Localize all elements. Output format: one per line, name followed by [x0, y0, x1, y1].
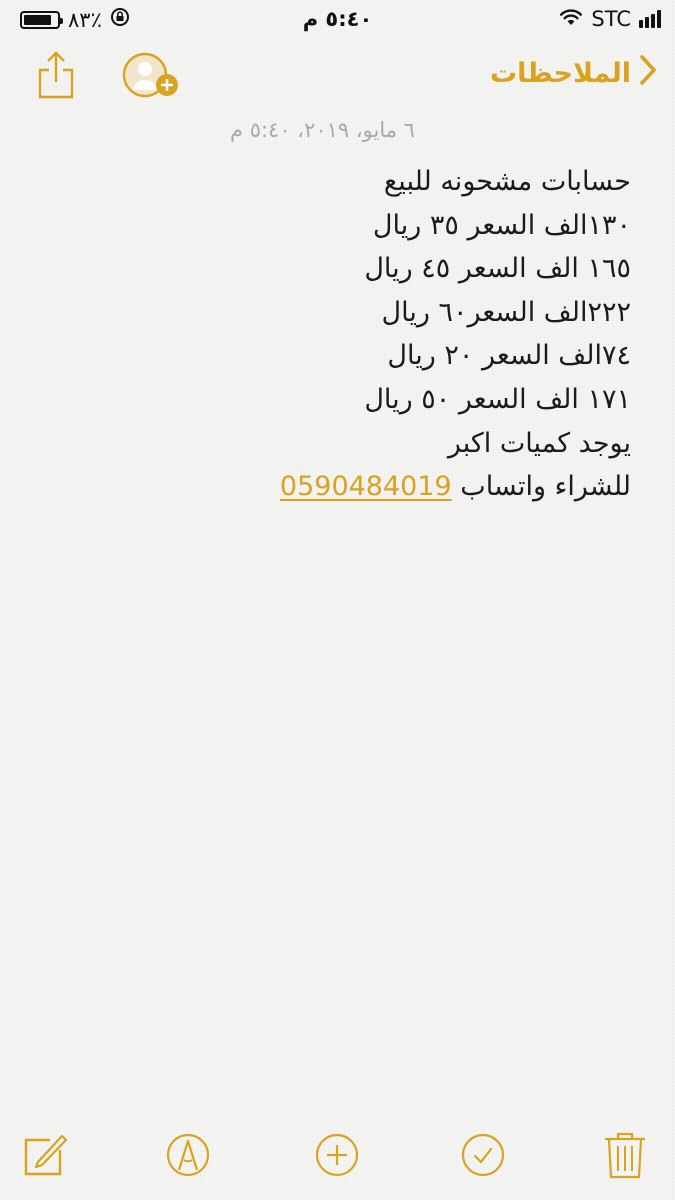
back-button[interactable]: الملاحظات	[490, 54, 657, 93]
delete-button[interactable]	[600, 1132, 650, 1182]
note-line: ١٣٠الف السعر ٣٥ ريال	[372, 209, 631, 241]
compose-button[interactable]	[20, 1132, 70, 1182]
status-right: STC	[559, 7, 661, 31]
carrier-name: STC	[591, 7, 631, 31]
trash-icon	[602, 1130, 648, 1184]
note-line: يوجد كميات اكبر	[447, 427, 631, 459]
checklist-button[interactable]	[458, 1132, 508, 1182]
note-line: ٢٢٢الف السعر٦٠ ريال	[381, 296, 631, 328]
checklist-icon	[460, 1132, 506, 1182]
phone-number-link[interactable]: 0590484019	[280, 471, 452, 502]
add-icon	[314, 1132, 360, 1182]
share-icon	[36, 51, 76, 104]
add-person-button[interactable]	[122, 52, 184, 106]
back-label: الملاحظات	[489, 58, 631, 89]
compose-icon	[22, 1132, 68, 1182]
add-button[interactable]	[312, 1132, 362, 1182]
add-person-icon	[122, 52, 184, 106]
note-line: ١٦٥ الف السعر ٤٥ ريال	[364, 253, 631, 285]
share-button[interactable]	[36, 50, 76, 104]
navigation-bar: الملاحظات	[0, 40, 675, 110]
note-line-contact: للشراء واتساب 0590484019	[71, 465, 631, 509]
chevron-right-icon	[639, 54, 657, 93]
note-line: حسابات مشحونه للبيع	[383, 166, 631, 197]
status-bar: ٨٣٪ ٥:٤٠ م STC	[0, 0, 675, 40]
signal-strength-icon	[639, 10, 661, 28]
contact-label: للشراء واتساب	[451, 471, 631, 503]
note-line: ٧٤الف السعر ٢٠ ريال	[387, 340, 631, 372]
note-date: ٦ مايو، ٢٠١٩، ٥:٤٠ م	[230, 118, 415, 142]
bottom-toolbar	[0, 1120, 675, 1200]
wifi-icon	[559, 7, 583, 31]
markup-button[interactable]	[163, 1132, 213, 1182]
markup-icon	[165, 1132, 211, 1182]
note-line: ١٧١ الف السعر ٥٠ ريال	[364, 383, 631, 415]
note-body[interactable]: حسابات مشحونه للبيع ١٣٠الف السعر ٣٥ ريال…	[71, 160, 631, 509]
